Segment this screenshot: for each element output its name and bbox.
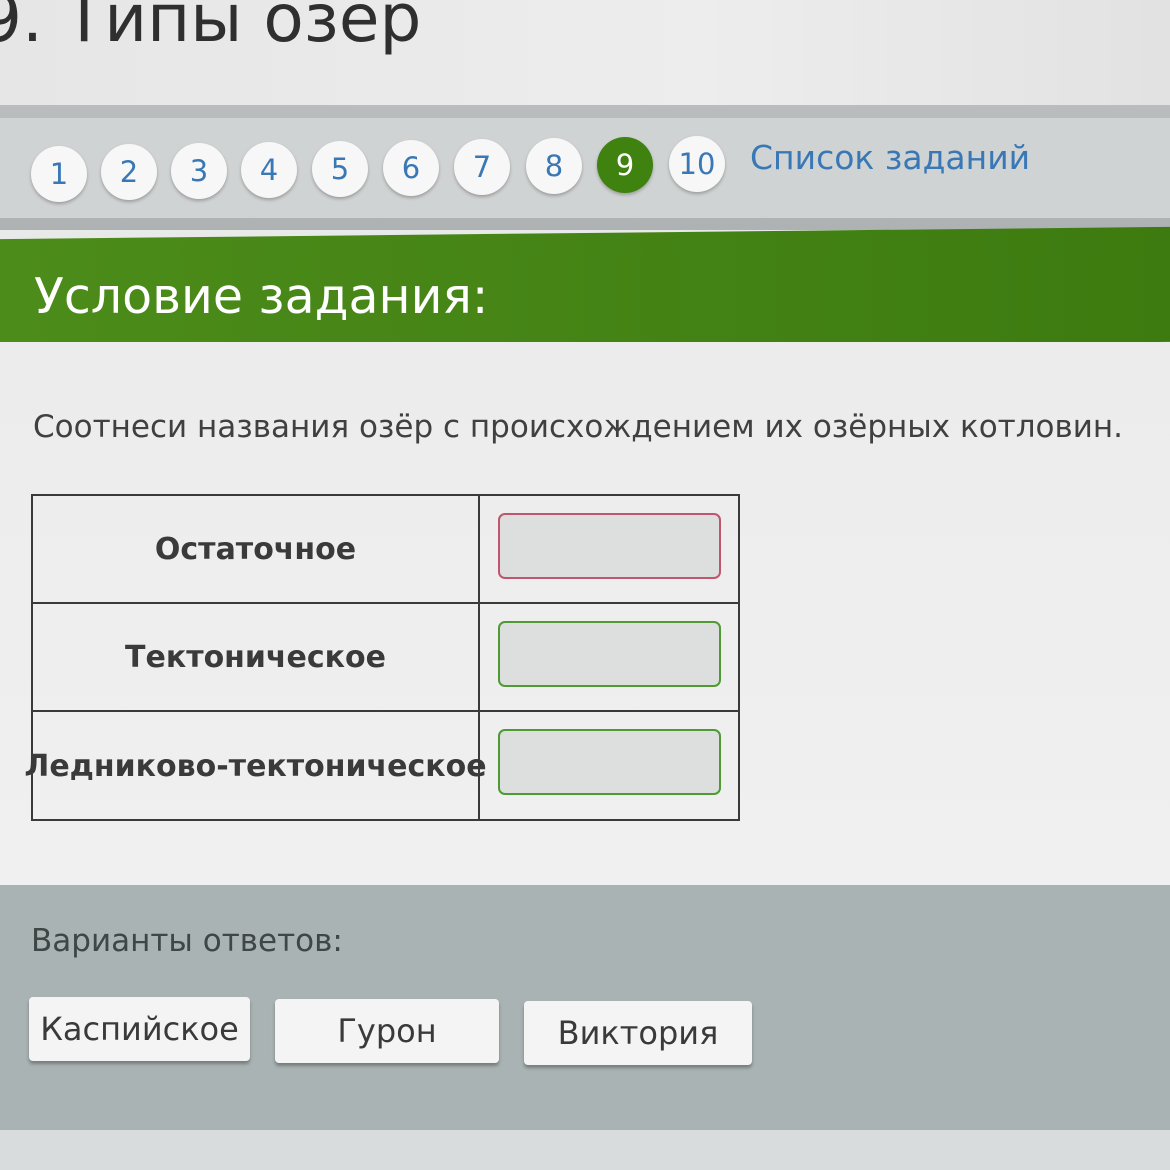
task-instruction: Соотнеси названия озёр с происхождением … bbox=[33, 409, 1124, 445]
title-area: 9. Типы озер bbox=[0, 0, 1170, 105]
task-header-title: Условие задания: bbox=[34, 268, 489, 325]
task-nav-button-7[interactable]: 7 bbox=[454, 139, 510, 195]
answer-options-title: Варианты ответов: bbox=[31, 923, 343, 959]
task-nav-button-10[interactable]: 10 bbox=[669, 136, 725, 192]
matching-row: Ледниково-тектоническое bbox=[24, 712, 738, 820]
bottom-strip bbox=[0, 1130, 1170, 1170]
row-label-residual: Остаточное bbox=[33, 496, 480, 602]
drop-slot-tectonic[interactable] bbox=[498, 621, 721, 687]
row-label-glacial-tectonic: Ледниково-тектоническое bbox=[24, 712, 487, 820]
task-nav-button-3[interactable]: 3 bbox=[171, 143, 227, 199]
task-nav-button-4[interactable]: 4 bbox=[241, 142, 297, 198]
answer-chip-caspian[interactable]: Каспийское bbox=[29, 997, 250, 1061]
matching-row: Тектоническое bbox=[33, 604, 738, 712]
matching-row: Остаточное bbox=[33, 496, 738, 604]
row-label-tectonic: Тектоническое bbox=[33, 604, 480, 710]
page-title: 9. Типы озер bbox=[0, 0, 422, 57]
task-nav-button-2[interactable]: 2 bbox=[101, 144, 157, 200]
task-nav-button-1[interactable]: 1 bbox=[31, 146, 87, 202]
answer-chip-huron[interactable]: Гурон bbox=[275, 999, 499, 1063]
task-list-link[interactable]: Список заданий bbox=[750, 138, 1030, 177]
answer-chip-victoria[interactable]: Виктория bbox=[524, 1001, 752, 1065]
task-nav-button-9-active[interactable]: 9 bbox=[597, 137, 653, 193]
task-nav-button-8[interactable]: 8 bbox=[526, 138, 582, 194]
drop-slot-glacial-tectonic[interactable] bbox=[498, 729, 721, 795]
task-nav-button-6[interactable]: 6 bbox=[383, 140, 439, 196]
task-nav-button-5[interactable]: 5 bbox=[312, 141, 368, 197]
drop-slot-residual[interactable] bbox=[498, 513, 721, 579]
matching-table: Остаточное Тектоническое Ледниково-текто… bbox=[24, 494, 740, 821]
